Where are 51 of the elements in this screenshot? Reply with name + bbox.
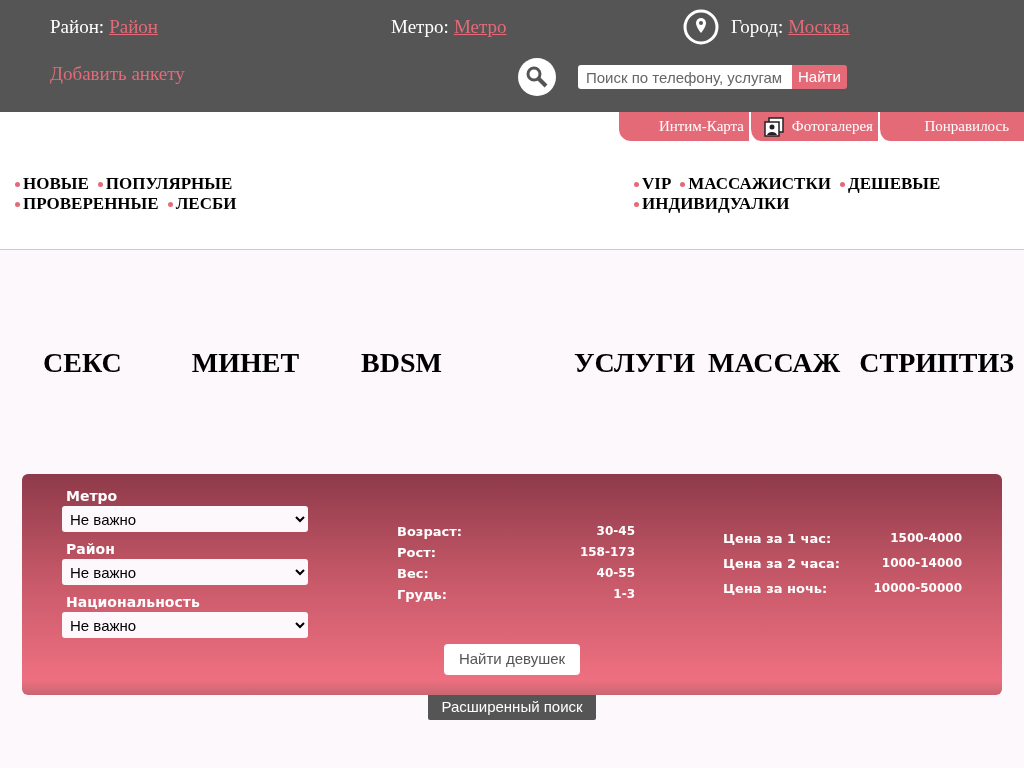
bullet-icon [167,201,173,207]
param-value: 30-45 [596,523,635,540]
param-value: 40-55 [596,565,635,582]
service-category-link[interactable]: СТРИПТИЗ [859,341,1015,384]
service-category-link[interactable]: BDSM [361,341,442,384]
location-label: Город: [731,14,784,39]
param-value: 158-173 [579,544,635,561]
param-label: Вес: [397,565,429,583]
bullet-icon [634,181,639,187]
bullet-icon [680,181,686,187]
param-value: 1-3 [613,586,635,603]
category-link[interactable]: ПОПУЛЯРНЫЕ [105,174,233,194]
find-girls-button[interactable]: Найти девушек [443,644,581,675]
bullet-icon [97,181,103,187]
service-category-link[interactable]: МИНЕТ [191,341,300,384]
param-label: Возраст: [397,523,462,541]
category-link[interactable]: МАССАЖИСТКИ [688,174,831,194]
filter-select[interactable]: Не важно [62,506,308,532]
location-pin-icon [683,9,719,45]
photo-gallery-icon [763,116,784,137]
location-label: Район: [50,14,105,39]
param-label: Грудь: [397,586,447,604]
category-link[interactable]: ПРОВЕРЕННЫЕ [23,194,159,214]
category-link[interactable]: НОВЫЕ [23,174,89,194]
filter-label: Метро [66,487,119,506]
bullet-icon [15,181,20,187]
search-field[interactable]: Поиск по телефону, услугам [578,65,792,89]
bullet-icon [634,201,639,207]
filter-select[interactable]: Не важно [62,559,308,585]
category-link[interactable]: ИНДИВИДУАЛКИ [642,194,790,214]
bullet-icon [15,201,20,207]
price-label: Цена за 1 час: [723,530,832,548]
category-link[interactable]: ЛЕСБИ [175,194,237,214]
price-value: 1500-4000 [890,530,962,547]
advanced-search-tab[interactable]: Расширенный поиск [428,695,596,720]
service-category-link[interactable]: УСЛУГИ [574,341,696,384]
bullet-icon [839,181,845,187]
category-link[interactable]: VIP [642,174,672,194]
location-label: Метро: [391,14,449,39]
filter-select[interactable]: Не важно [62,612,308,638]
price-value: 1000-14000 [881,555,962,572]
service-category-link[interactable]: МАССАЖ [708,341,841,384]
param-label: Рост: [397,544,436,562]
search-icon[interactable] [518,58,556,96]
category-link[interactable]: ДЕШЕВЫЕ [847,174,941,194]
filter-label: Район [66,540,116,559]
service-category-link[interactable]: СЕКС [43,341,122,384]
price-label: Цена за ночь: [723,580,828,598]
price-value: 10000-50000 [873,580,962,597]
filter-label: Национальность [66,593,201,612]
price-label: Цена за 2 часа: [723,555,840,573]
